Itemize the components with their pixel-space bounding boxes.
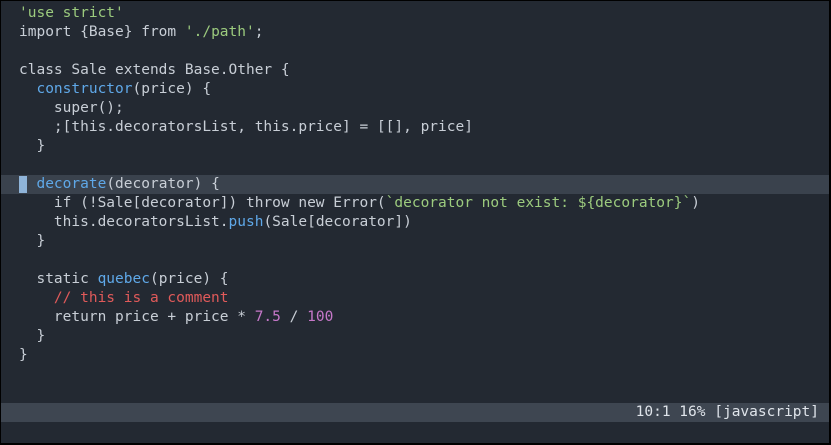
code-token: 100 <box>307 309 334 325</box>
code-token: decorate <box>36 176 107 192</box>
code-line[interactable]: } <box>1 137 829 156</box>
code-token: ;[this.decoratorsList, this.price] = [[]… <box>19 119 473 135</box>
code-token: if (!Sale[decorator]) throw new Error( <box>19 195 386 211</box>
code-line[interactable]: if (!Sale[decorator]) throw new Error(`d… <box>1 194 829 213</box>
code-line[interactable]: 'use strict' <box>1 4 829 23</box>
cursor-position: 10:1 <box>635 404 671 420</box>
code-token: './path' <box>184 24 255 40</box>
code-token: class Sale extends Base.Other { <box>19 62 290 78</box>
code-editor[interactable]: 'use strict' import {Base} from './path';… <box>1 1 829 443</box>
code-token: static <box>19 271 98 287</box>
code-line[interactable]: this.decoratorsList.push(Sale[decorator]… <box>1 213 829 232</box>
code-token: } <box>19 347 28 363</box>
status-info: 10:1 16% [javascript] <box>636 403 819 422</box>
code-token: // this is a comment <box>53 290 229 306</box>
code-line[interactable] <box>1 251 829 270</box>
code-line[interactable]: class Sale extends Base.Other { <box>1 61 829 80</box>
code-line[interactable]: } <box>1 232 829 251</box>
code-line-current[interactable]: decorate(decorator) { <box>1 175 829 194</box>
code-line[interactable] <box>1 42 829 61</box>
code-line[interactable]: constructor(price) { <box>1 80 829 99</box>
status-line: 10:1 16% [javascript] <box>1 403 829 422</box>
code-token: push <box>228 214 264 230</box>
editor-buffer[interactable]: 'use strict' import {Base} from './path';… <box>1 4 829 365</box>
code-line[interactable]: } <box>1 346 829 365</box>
code-token: ; <box>254 24 264 40</box>
code-line[interactable] <box>1 156 829 175</box>
code-token: import {Base} from <box>19 24 185 40</box>
code-token: ) <box>691 195 700 211</box>
code-token: quebec <box>97 271 150 287</box>
code-token: 'use strict' <box>19 5 124 21</box>
code-token: `decorator not exist: ${decorator}` <box>385 195 692 211</box>
code-token: } <box>19 138 46 154</box>
code-token: 7.5 <box>254 309 281 325</box>
code-token: return price + price * <box>19 309 255 325</box>
code-line[interactable]: } <box>1 327 829 346</box>
code-token: (price) { <box>149 271 229 287</box>
code-token: } <box>19 233 46 249</box>
code-line[interactable]: static quebec(price) { <box>1 270 829 289</box>
code-line[interactable]: import {Base} from './path'; <box>1 23 829 42</box>
filetype-indicator: [javascript] <box>714 404 819 420</box>
code-token: (price) { <box>132 81 212 97</box>
code-line[interactable]: // this is a comment <box>1 289 829 308</box>
code-token: (Sale[decorator]) <box>263 214 412 230</box>
code-line[interactable]: ;[this.decoratorsList, this.price] = [[]… <box>1 118 829 137</box>
code-line[interactable]: super(); <box>1 99 829 118</box>
code-token: } <box>19 328 46 344</box>
code-token: constructor <box>36 81 133 97</box>
text-cursor <box>19 176 27 193</box>
command-line[interactable] <box>1 422 829 443</box>
code-token: super(); <box>19 100 124 116</box>
code-token: (decorator) { <box>106 176 220 192</box>
scroll-percent: 16% <box>679 404 706 420</box>
code-token: / <box>280 309 308 325</box>
code-line[interactable]: return price + price * 7.5 / 100 <box>1 308 829 327</box>
code-token: this.decoratorsList. <box>19 214 229 230</box>
